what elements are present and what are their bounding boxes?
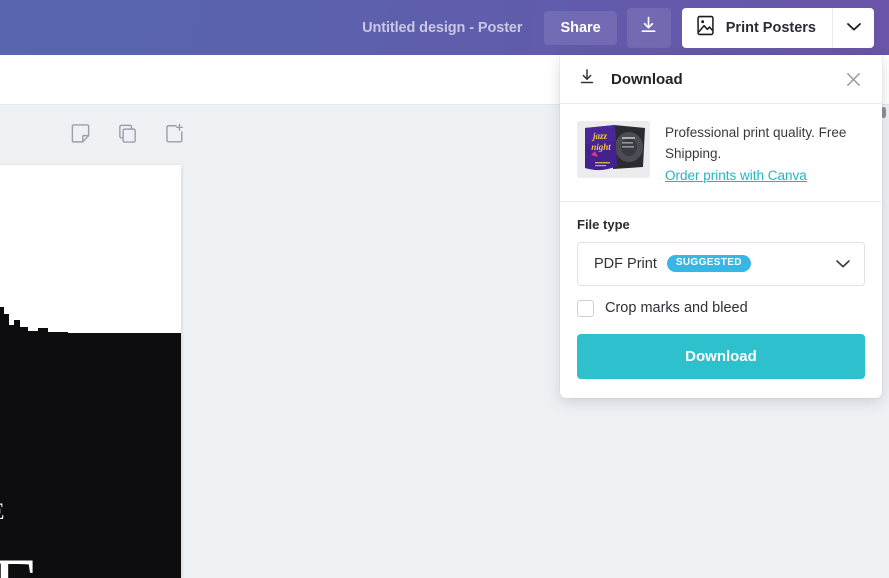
print-sample-thumbnail: jazz night: [577, 121, 650, 178]
suggested-badge: SUGGESTED: [666, 255, 751, 273]
duplicate-page-icon[interactable]: [117, 123, 138, 149]
print-posters-label: Print Posters: [725, 19, 816, 36]
design-title[interactable]: Untitled design - Poster: [362, 20, 522, 36]
design-page-canvas[interactable]: N G E RE: [0, 165, 181, 578]
image-icon: [696, 15, 715, 41]
download-submit-button[interactable]: Download: [577, 333, 865, 379]
poster-text-line-2: G E: [0, 499, 50, 525]
print-posters-button[interactable]: Print Posters: [682, 8, 832, 48]
download-panel-header: Download: [560, 55, 882, 104]
download-panel-title: Download: [611, 70, 683, 88]
svg-text:jazz: jazz: [591, 131, 608, 141]
download-arrow-icon: [638, 15, 659, 41]
print-posters-group: Print Posters: [681, 7, 874, 48]
print-promo-section: jazz night Professional print quality. F…: [560, 104, 882, 202]
poster-skyline-block: N G E RE: [0, 307, 181, 578]
download-panel: Download jazz night Professional print q…: [560, 55, 882, 398]
download-arrow-icon: [577, 67, 597, 92]
header-download-button[interactable]: [626, 7, 671, 48]
share-button[interactable]: Share: [544, 10, 617, 45]
print-posters-caret-button[interactable]: [832, 7, 874, 48]
file-type-label: File type: [577, 216, 630, 232]
chevron-down-icon: [846, 19, 862, 37]
poster-text-line-3: RE: [0, 547, 50, 578]
promo-description: Professional print quality. Free Shippin…: [665, 125, 847, 162]
crop-marks-label: Crop marks and bleed: [605, 300, 748, 317]
add-page-icon[interactable]: [164, 123, 185, 149]
notes-icon[interactable]: [70, 123, 91, 149]
crop-marks-row[interactable]: Crop marks and bleed: [560, 286, 882, 317]
svg-text:night: night: [591, 142, 611, 152]
print-sample-image: jazz night: [577, 121, 650, 178]
poster-text-block: N G E RE: [0, 393, 50, 578]
file-type-value: PDF Print: [594, 255, 657, 272]
poster-text-line-1: N: [0, 393, 50, 467]
chevron-down-icon: [835, 258, 851, 269]
app-header: Untitled design - Poster Share Print Pos…: [0, 0, 889, 55]
close-icon[interactable]: [840, 66, 866, 92]
order-prints-link[interactable]: Order prints with Canva: [665, 168, 807, 183]
page-tools: [70, 123, 185, 149]
file-type-section: File type PDF Print SUGGESTED: [560, 202, 882, 286]
skyline-silhouette-icon: [0, 307, 181, 339]
crop-marks-checkbox[interactable]: [577, 299, 594, 317]
promo-text-column: Professional print quality. Free Shippin…: [665, 121, 864, 185]
file-type-select[interactable]: PDF Print SUGGESTED: [577, 241, 865, 286]
